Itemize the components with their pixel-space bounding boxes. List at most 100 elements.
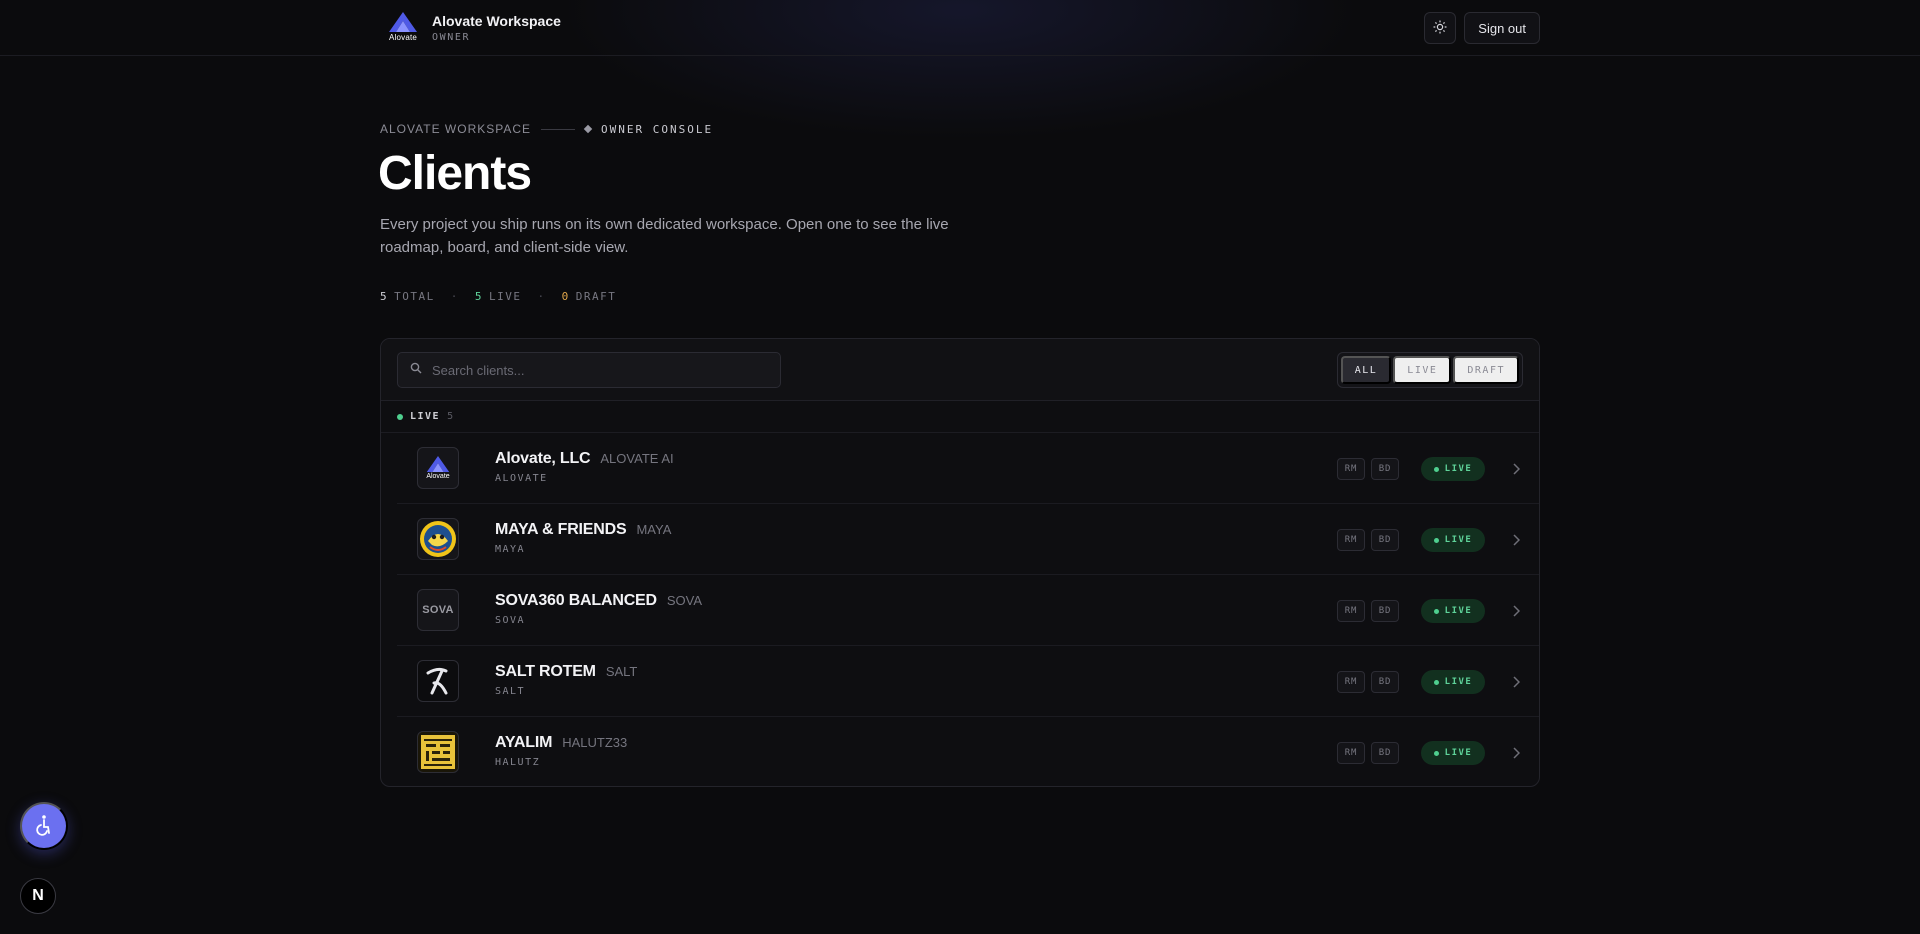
roadmap-tag[interactable]: RM [1337,742,1365,764]
client-row[interactable]: Alovate Alovate, LLC ALOVATE AI ALOVATE … [397,433,1539,504]
live-dot-icon [397,413,403,420]
chevron-right-icon[interactable] [1509,675,1523,689]
status-label: LIVE [1444,748,1473,758]
next-devtools-button[interactable]: N [20,878,56,914]
live-dot-icon [1433,750,1439,756]
client-slug: SOVA [495,615,526,626]
status-label: LIVE [1444,464,1473,474]
client-alias: ALOVATE AI [600,451,674,466]
stat-total-label: TOTAL [394,290,435,303]
row-meta: RM BD LIVE [1337,599,1523,623]
group-count: 5 [447,411,455,422]
filter-tab-live[interactable]: LIVE [1393,356,1452,384]
search-icon [410,361,422,379]
ayalim-logo-icon [417,731,459,773]
salt-logo-icon [417,660,459,702]
user-role: OWNER [432,32,471,43]
client-row[interactable]: AYALIM HALUTZ33 HALUTZ RM BD LIVE [397,717,1539,786]
status-badge: LIVE [1421,599,1485,623]
client-row[interactable]: SALT ROTEM SALT SALT RM BD LIVE [397,646,1539,717]
client-alias: MAYA [636,522,672,537]
client-info: Alovate, LLC ALOVATE AI ALOVATE [495,450,674,484]
client-info: AYALIM HALUTZ33 HALUTZ [495,734,627,768]
client-stats: 5 TOTAL · 5 LIVE · 0 DRAFT [380,290,616,303]
client-row[interactable]: MAYA & FRIENDS MAYA MAYA RM BD LIVE [397,504,1539,575]
maya-logo-icon [417,518,459,560]
client-name: Alovate, LLC [495,450,591,467]
alovate-logo-icon: Alovate [386,12,420,44]
sova-logo-icon: SOVA [417,589,459,631]
row-meta: RM BD LIVE [1337,528,1523,552]
chevron-right-icon[interactable] [1509,746,1523,760]
client-list: Alovate Alovate, LLC ALOVATE AI ALOVATE … [397,433,1539,786]
board-tag[interactable]: BD [1371,529,1399,551]
status-badge: LIVE [1421,670,1485,694]
stat-separator: · [537,290,546,303]
breadcrumb-root[interactable]: ALOVATE WORKSPACE [380,122,531,136]
search-input[interactable] [432,362,752,378]
top-bar: Alovate Alovate Workspace OWNER Sign out [0,0,1920,56]
page-title: Clients [378,147,532,200]
client-alias: SOVA [666,593,703,608]
board-tag[interactable]: BD [1371,600,1399,622]
sign-out-button[interactable]: Sign out [1464,12,1540,44]
row-meta: RM BD LIVE [1337,457,1523,481]
roadmap-tag[interactable]: RM [1337,671,1365,693]
client-alias: SALT [605,664,638,679]
brand-text: Alovate Workspace OWNER [432,13,561,43]
diamond-icon [583,124,593,134]
accessibility-button[interactable] [20,802,68,850]
board-tag[interactable]: BD [1371,671,1399,693]
filter-tab-all[interactable]: ALL [1340,356,1392,384]
clients-panel: ALL LIVE DRAFT LIVE 5 Alovate [380,338,1540,787]
status-label: LIVE [1444,535,1473,545]
accessibility-icon [35,814,53,839]
live-dot-icon [1433,679,1439,685]
row-meta: RM BD LIVE [1337,741,1523,765]
stat-draft-label: DRAFT [575,290,617,303]
status-badge: LIVE [1421,457,1485,481]
stat-draft-count: 0 [561,290,570,303]
client-row[interactable]: SOVA SOVA360 BALANCED SOVA SOVA RM BD LI… [397,575,1539,646]
breadcrumb-divider [541,128,576,130]
board-tag[interactable]: BD [1371,458,1399,480]
sun-icon [1433,20,1447,37]
workspace-name: Alovate Workspace [432,13,561,29]
client-info: SALT ROTEM SALT SALT [495,663,637,697]
sova-wordmark: SOVA [422,604,454,616]
stat-total-count: 5 [380,290,389,303]
next-badge-icon: N [32,887,44,904]
client-name: SALT ROTEM [495,663,596,680]
breadcrumb-current: OWNER CONSOLE [601,122,714,136]
chevron-right-icon[interactable] [1509,533,1523,547]
roadmap-tag[interactable]: RM [1337,529,1365,551]
brand[interactable]: Alovate Alovate Workspace OWNER [386,12,561,44]
client-alias: HALUTZ33 [562,735,628,750]
status-label: LIVE [1444,606,1473,616]
board-tag[interactable]: BD [1371,742,1399,764]
stat-live-count: 5 [474,290,483,303]
roadmap-tag[interactable]: RM [1337,600,1365,622]
client-slug: HALUTZ [495,757,541,768]
live-dot-icon [1433,608,1439,614]
status-badge: LIVE [1421,741,1485,765]
row-meta: RM BD LIVE [1337,670,1523,694]
brand-wordmark: Alovate [388,33,418,42]
status-filter: ALL LIVE DRAFT [1336,352,1523,388]
chevron-right-icon[interactable] [1509,462,1523,476]
search-box[interactable] [397,352,781,388]
stat-separator: · [450,290,459,303]
alovate-logo-icon: Alovate [417,447,459,489]
client-name: AYALIM [495,734,553,751]
client-info: SOVA360 BALANCED SOVA SOVA [495,592,702,626]
group-header-live: LIVE 5 [381,401,1539,433]
filter-tab-draft[interactable]: DRAFT [1453,356,1519,384]
theme-toggle-button[interactable] [1424,12,1457,44]
live-dot-icon [1433,537,1439,543]
breadcrumb: ALOVATE WORKSPACE OWNER CONSOLE [380,122,713,136]
stat-live-label: LIVE [489,290,522,303]
roadmap-tag[interactable]: RM [1337,458,1365,480]
chevron-right-icon[interactable] [1509,604,1523,618]
client-name: SOVA360 BALANCED [495,592,657,609]
status-badge: LIVE [1421,528,1485,552]
